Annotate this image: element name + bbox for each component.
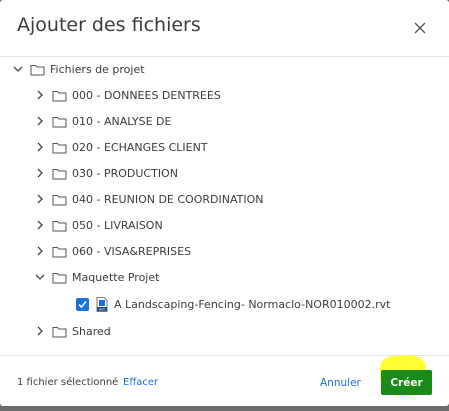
close-icon[interactable] bbox=[412, 20, 428, 36]
chevron-right-icon[interactable] bbox=[34, 167, 46, 179]
file-item-label: A Landscaping-Fencing- Normaclo-NOR01000… bbox=[114, 297, 391, 311]
tree-item-label: 020 - ECHANGES CLIENT bbox=[72, 140, 208, 154]
cancel-button[interactable]: Annuler bbox=[320, 377, 361, 389]
dialog-title: Ajouter des fichiers bbox=[17, 14, 201, 36]
tree-item-label: Maquette Projet bbox=[72, 270, 160, 284]
tree-item[interactable]: 050 - LIVRAISON bbox=[34, 212, 163, 238]
tree-item-label: 040 - REUNION DE COORDINATION bbox=[72, 192, 264, 206]
tree-item-label: 050 - LIVRAISON bbox=[72, 218, 163, 232]
folder-icon bbox=[52, 116, 67, 127]
selection-count: 1 fichier sélectionné bbox=[17, 377, 119, 388]
chevron-right-icon[interactable] bbox=[34, 141, 46, 153]
folder-icon bbox=[30, 64, 45, 75]
folder-icon bbox=[52, 272, 67, 283]
tree-root-label: Fichiers de projet bbox=[50, 62, 145, 76]
folder-icon bbox=[52, 220, 67, 231]
chevron-down-icon[interactable] bbox=[12, 63, 24, 75]
tree-item[interactable]: 040 - REUNION DE COORDINATION bbox=[34, 186, 263, 212]
dialog-footer: 1 fichier sélectionné Effacer Annuler Cr… bbox=[0, 355, 449, 407]
tree-item-label: 060 - VISA&REPRISES bbox=[72, 244, 192, 258]
tree-item[interactable]: 000 - DONNEES DENTREES bbox=[34, 82, 221, 108]
tree-item-label: 030 - PRODUCTION bbox=[72, 166, 178, 180]
chevron-right-icon[interactable] bbox=[34, 245, 46, 257]
tree-item[interactable]: 010 - ANALYSE DE bbox=[34, 108, 171, 134]
tree-root[interactable]: Fichiers de projet bbox=[12, 56, 145, 82]
file-item[interactable]: RVT A Landscaping-Fencing- Normaclo-NOR0… bbox=[76, 291, 390, 317]
clear-selection-link[interactable]: Effacer bbox=[123, 377, 158, 388]
chevron-right-icon[interactable] bbox=[34, 193, 46, 205]
folder-tree: Fichiers de projet 000 - DONNEES DENTREE… bbox=[0, 56, 449, 352]
tree-item-label: 010 - ANALYSE DE bbox=[72, 114, 172, 128]
tree-item-label: 000 - DONNEES DENTREES bbox=[72, 88, 221, 102]
folder-icon bbox=[52, 90, 67, 101]
rvt-file-icon: RVT bbox=[96, 296, 108, 312]
tree-item[interactable]: 060 - VISA&REPRISES bbox=[34, 238, 191, 264]
folder-icon bbox=[52, 194, 67, 205]
checkmark-icon bbox=[78, 300, 87, 308]
background-strip bbox=[0, 406, 449, 411]
chevron-right-icon[interactable] bbox=[34, 325, 46, 337]
chevron-right-icon[interactable] bbox=[34, 219, 46, 231]
chevron-down-icon[interactable] bbox=[34, 271, 46, 283]
folder-icon bbox=[52, 326, 67, 337]
tree-item-label: Shared bbox=[72, 324, 111, 338]
folder-icon bbox=[52, 142, 67, 153]
chevron-right-icon[interactable] bbox=[34, 115, 46, 127]
tree-item[interactable]: 020 - ECHANGES CLIENT bbox=[34, 134, 208, 160]
create-button[interactable]: Créer bbox=[381, 370, 432, 395]
chevron-right-icon[interactable] bbox=[34, 89, 46, 101]
dialog-header: Ajouter des fichiers bbox=[0, 0, 449, 57]
add-files-dialog: Ajouter des fichiers Fichiers de projet … bbox=[0, 0, 449, 406]
tree-item[interactable]: 030 - PRODUCTION bbox=[34, 160, 178, 186]
tree-item[interactable]: Shared bbox=[34, 318, 111, 344]
file-checkbox[interactable] bbox=[76, 297, 89, 311]
folder-icon bbox=[52, 246, 67, 257]
tree-item[interactable]: Maquette Projet bbox=[34, 264, 159, 290]
folder-icon bbox=[52, 168, 67, 179]
rvt-file-icon-label: RVT bbox=[99, 307, 105, 311]
